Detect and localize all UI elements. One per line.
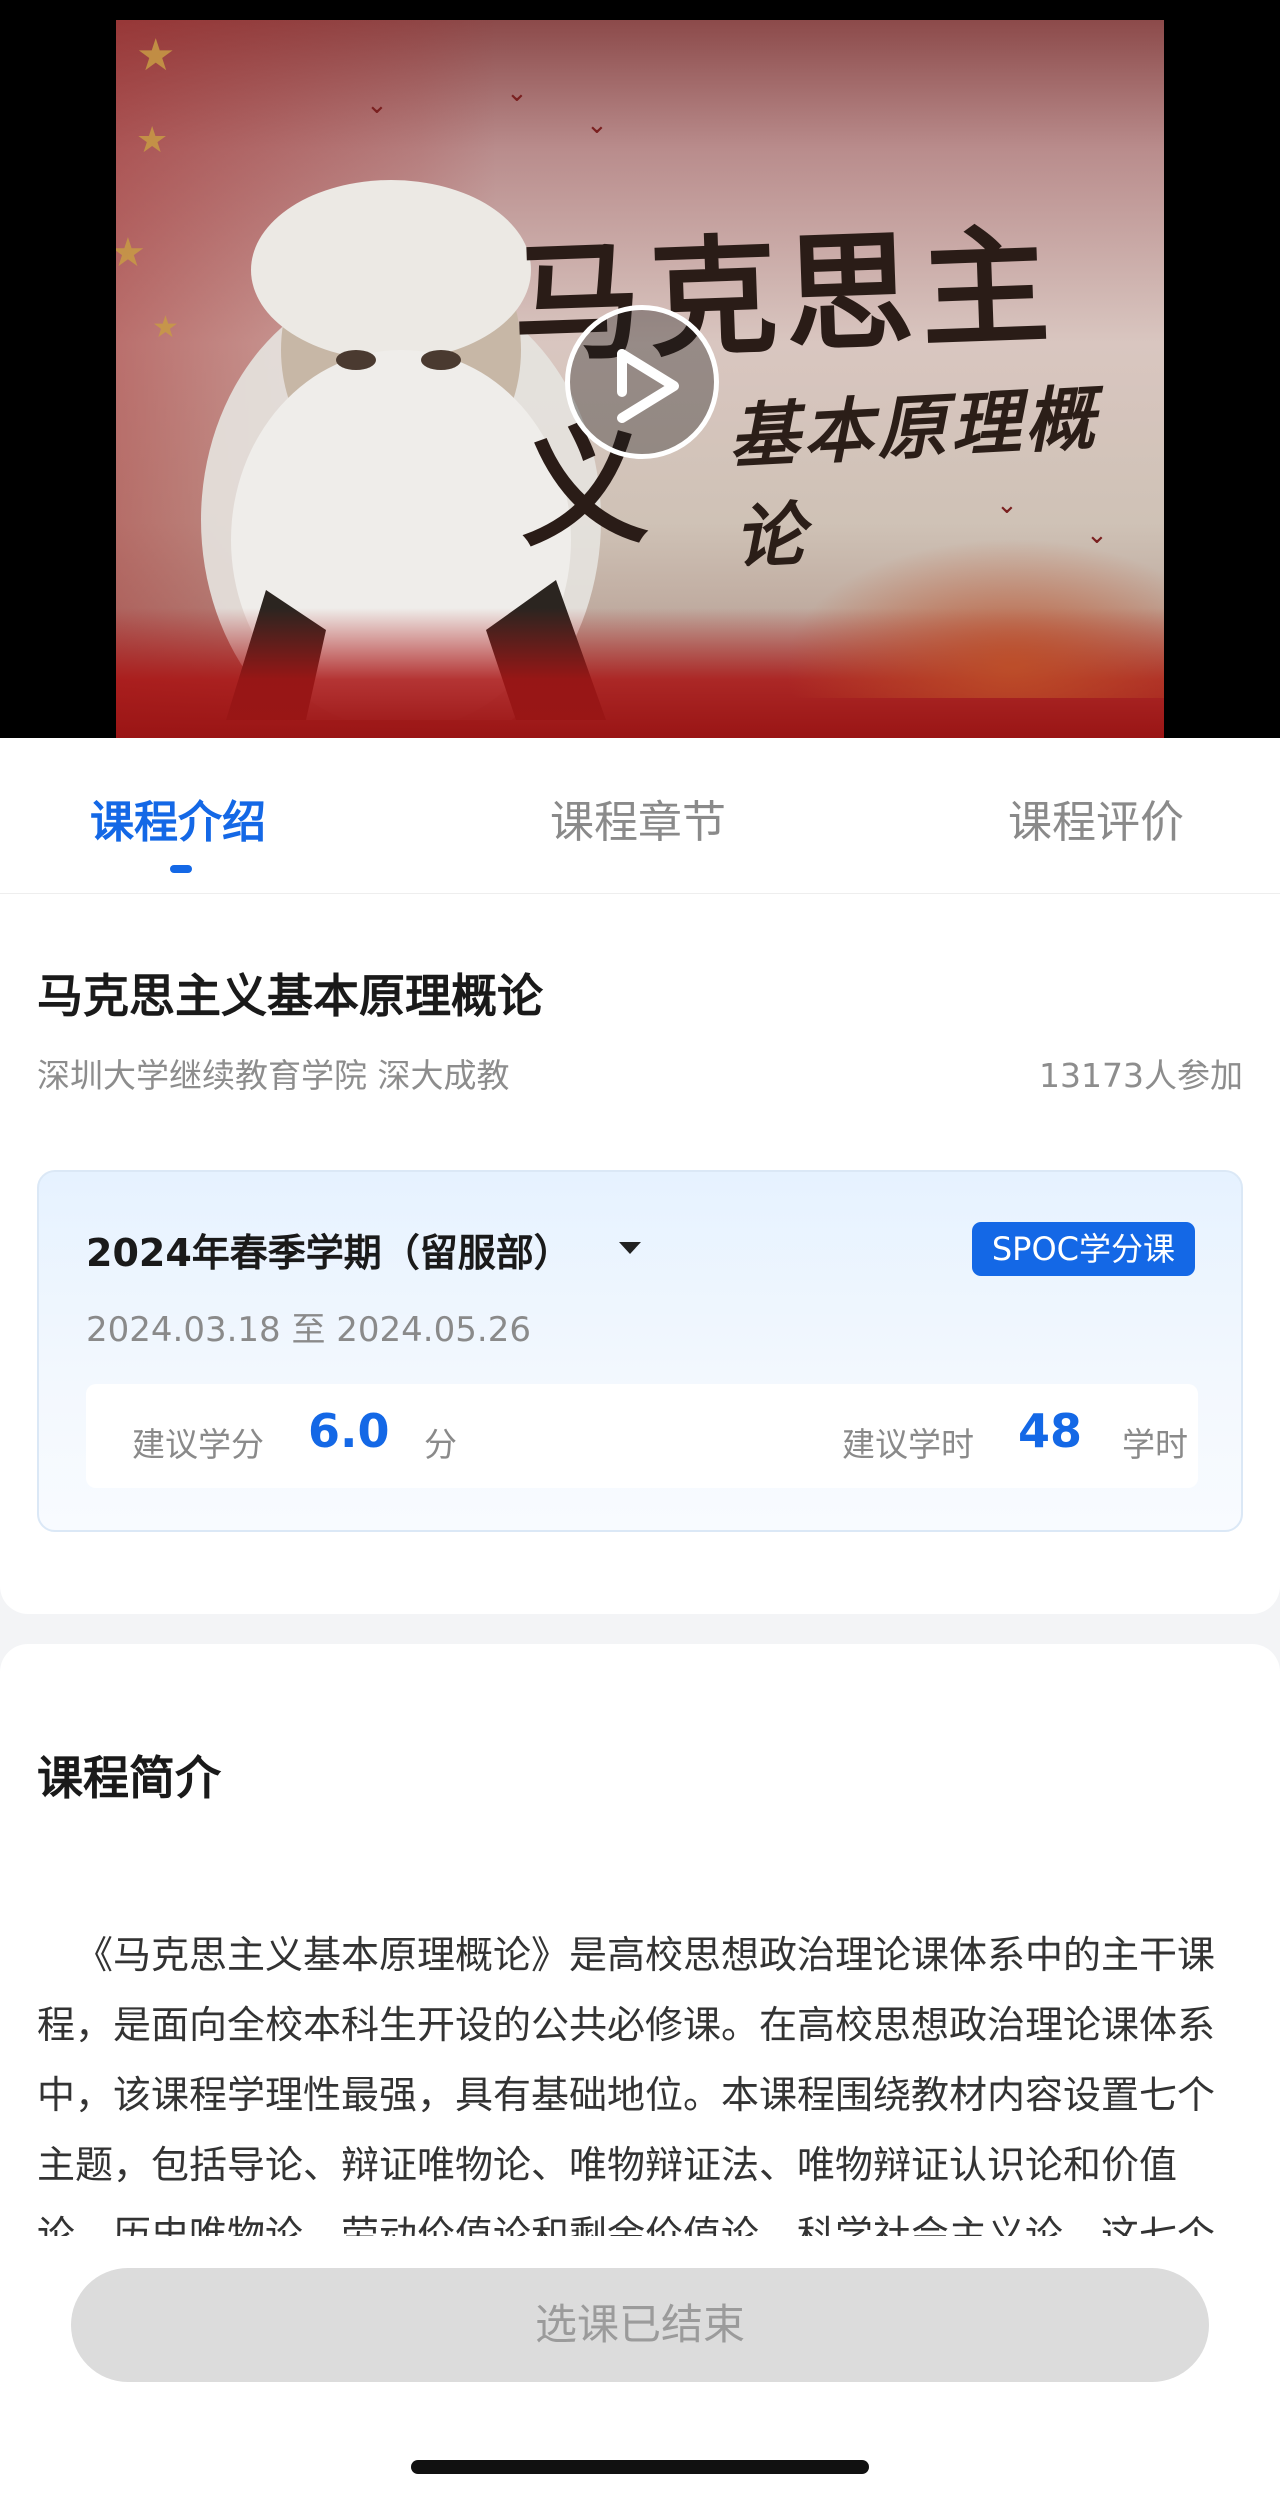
course-info-card: 马克思主义基本原理概论 深圳大学继续教育学院 深大成教 13173人参加 202… xyxy=(0,894,1280,1614)
term-name: 2024年春季学期（留服部） xyxy=(86,1231,572,1275)
video-player[interactable]: ★ ★ ★ ★ ⌄ ⌄ ⌄ ⌄ ⌄ 马克思主义 基本原理概论 xyxy=(0,0,1280,738)
hours-label: 建议学时 xyxy=(842,1425,974,1464)
chevron-down-icon xyxy=(619,1242,641,1254)
play-icon xyxy=(617,349,679,423)
bird-icon: ⌄ xyxy=(586,110,608,140)
spoc-badge: SPOC学分课 xyxy=(971,1222,1195,1276)
credit-label: 建议学分 xyxy=(132,1425,264,1464)
video-subtitle-text: 基本原理概论 xyxy=(726,376,1101,580)
active-tab-indicator xyxy=(170,865,192,873)
tab-course-intro[interactable]: 课程介绍 xyxy=(90,786,266,850)
course-organization: 深圳大学继续教育学院 深大成教 xyxy=(37,1056,510,1095)
intro-heading: 课程简介 xyxy=(37,1751,221,1805)
star-icon: ★ xyxy=(152,310,179,345)
term-panel: 2024年春季学期（留服部） SPOC学分课 2024.03.18 至 2024… xyxy=(37,1170,1243,1532)
bird-icon: ⌄ xyxy=(506,78,528,108)
tab-course-chapters[interactable]: 课程章节 xyxy=(550,786,726,850)
term-dates: 2024.03.18 至 2024.05.26 xyxy=(86,1310,531,1350)
play-button[interactable] xyxy=(565,305,719,459)
intro-text: 《马克思主义基本原理概论》是高校思想政治理论课体系中的主干课程，是面向全校本科生… xyxy=(37,1933,1216,2236)
star-icon: ★ xyxy=(116,230,146,276)
term-selector[interactable]: 2024年春季学期（留服部） xyxy=(39,1172,659,1302)
hours-unit: 学时 xyxy=(1122,1425,1188,1464)
course-tabs: 课程介绍 课程章节 课程评价 xyxy=(0,738,1280,894)
tab-course-reviews[interactable]: 课程评价 xyxy=(1008,786,1184,850)
credit-value: 6.0 xyxy=(308,1404,390,1458)
credit-hours-row: 建议学分 6.0 分 建议学时 48 学时 xyxy=(86,1384,1198,1488)
star-icon: ★ xyxy=(136,120,169,161)
credit-unit: 分 xyxy=(424,1425,457,1464)
course-title: 马克思主义基本原理概论 xyxy=(37,969,543,1023)
participant-count: 13173人参加 xyxy=(1039,1056,1243,1095)
home-indicator xyxy=(411,2460,869,2474)
hours-value: 48 xyxy=(1018,1404,1083,1458)
bird-icon: ⌄ xyxy=(366,90,388,120)
star-icon: ★ xyxy=(136,30,176,81)
enroll-button[interactable]: 选课已结束 xyxy=(71,2268,1209,2382)
